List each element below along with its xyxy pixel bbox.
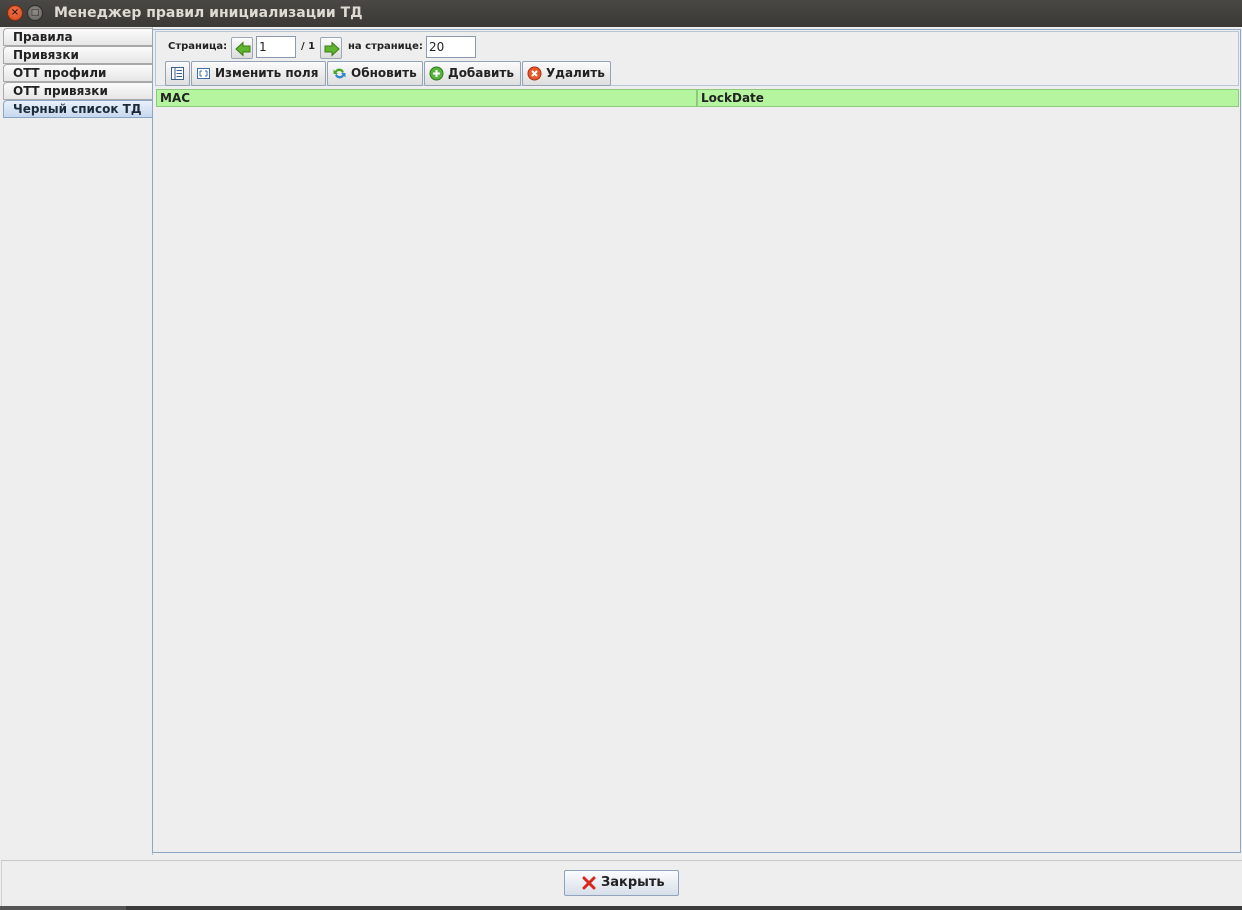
columns-button[interactable] [165, 61, 190, 86]
bottom-edge-dark [126, 906, 1242, 910]
delete-button[interactable]: Удалить [522, 61, 611, 86]
table-columns-icon [171, 67, 184, 80]
delete-label: Удалить [546, 66, 605, 80]
window-title: Менеджер правил инициализации ТД [54, 5, 363, 21]
close-button[interactable]: Закрыть [564, 870, 679, 896]
per-page-input[interactable] [426, 36, 476, 58]
arrow-left-icon [235, 41, 251, 57]
close-window-icon[interactable]: × [7, 5, 23, 21]
edit-fields-label: Изменить поля [215, 66, 319, 80]
tab-ap-blacklist[interactable]: Черный список ТД [3, 100, 153, 118]
delete-icon [527, 66, 542, 81]
add-icon [429, 66, 444, 81]
prev-page-button[interactable] [231, 37, 253, 59]
maximize-window-icon[interactable]: □ [27, 5, 43, 21]
add-label: Добавить [448, 66, 514, 80]
page-total: / 1 [301, 41, 316, 52]
tab-ott-profiles[interactable]: ОТТ профили [3, 64, 153, 82]
edit-fields-icon [197, 68, 210, 79]
tab-bindings[interactable]: Привязки [3, 46, 153, 64]
close-label: Закрыть [601, 875, 665, 890]
window-titlebar: × □ Менеджер правил инициализации ТД [0, 0, 1242, 27]
refresh-label: Обновить [351, 66, 417, 80]
table-body[interactable] [155, 88, 1239, 850]
edit-fields-button[interactable]: Изменить поля [191, 61, 326, 86]
column-header-mac[interactable]: MAC [156, 89, 697, 107]
next-page-button[interactable] [320, 37, 342, 59]
arrow-right-icon [324, 41, 340, 57]
refresh-icon [333, 68, 346, 79]
refresh-button[interactable]: Обновить [327, 61, 423, 86]
add-button[interactable]: Добавить [424, 61, 521, 86]
page-number-input[interactable] [256, 36, 296, 58]
tab-ott-bindings[interactable]: ОТТ привязки [3, 82, 153, 100]
tab-rules[interactable]: Правила [3, 28, 153, 46]
column-header-lockdate[interactable]: LockDate [697, 89, 1239, 107]
per-page-label: на странице: [348, 41, 423, 52]
close-x-icon [582, 876, 596, 890]
page-label: Страница: [168, 41, 228, 52]
left-tab-strip: Правила Привязки ОТТ профили ОТТ привязк… [0, 27, 153, 855]
